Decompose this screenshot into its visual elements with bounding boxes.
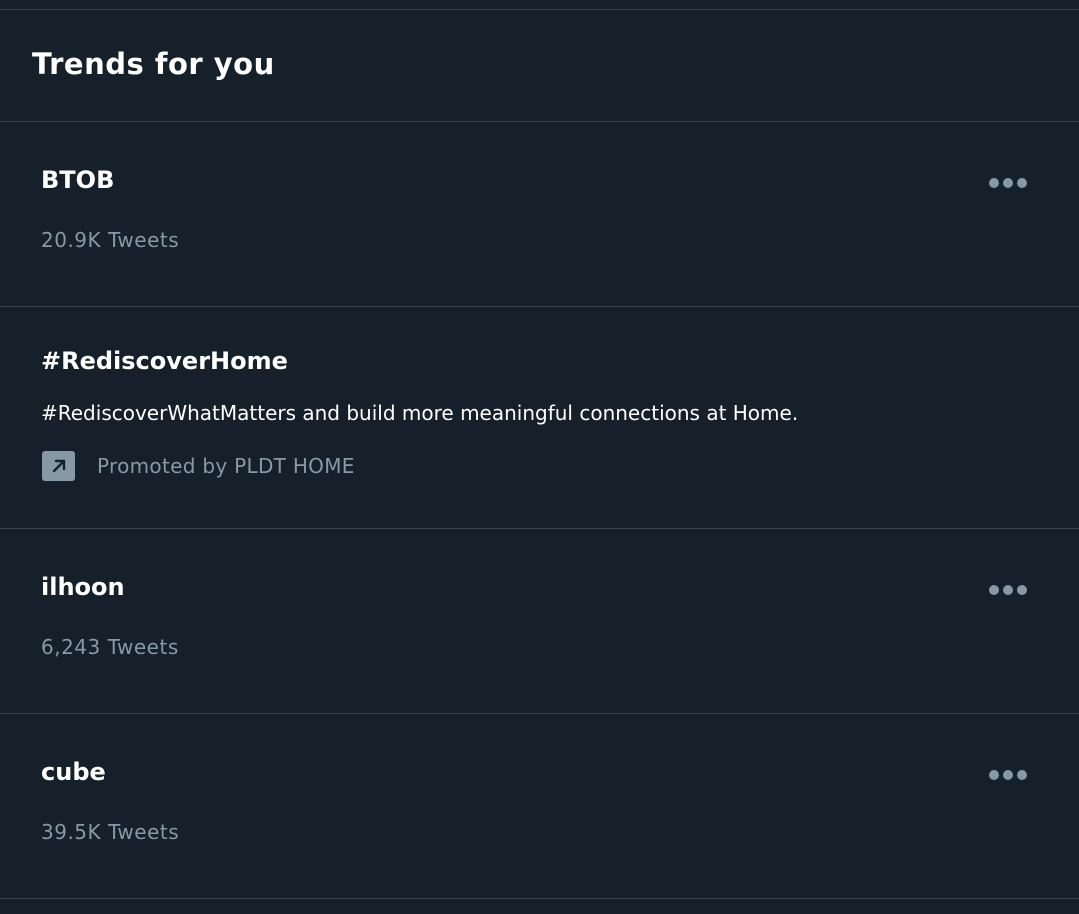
trend-name: cube [41,758,106,786]
trend-tweet-count: 39.5K Tweets [41,820,180,844]
more-options-button[interactable] [989,176,1027,190]
more-options-button[interactable] [989,583,1027,597]
promoted-arrow-icon [42,451,75,481]
top-divider [0,0,1079,10]
page-title: Trends for you [32,46,275,81]
trend-name: #RediscoverHome [41,347,288,375]
trend-name: BTOB [41,166,115,194]
trend-item-promoted[interactable]: #RediscoverHome #RediscoverWhatMatters a… [0,307,1079,529]
trends-header: Trends for you [0,10,1079,122]
trend-tweet-count: 20.9K Tweets [41,228,180,252]
trend-item-ilhoon[interactable]: ilhoon 6,243 Tweets [0,529,1079,714]
promoted-row: Promoted by PLDT HOME [42,451,355,481]
trend-name: ilhoon [41,573,125,601]
trends-panel: Trends for you BTOB 20.9K Tweets #Redisc… [0,0,1079,914]
trend-tweet-count: 6,243 Tweets [41,635,179,659]
trend-item-btob[interactable]: BTOB 20.9K Tweets [0,122,1079,307]
more-horizontal-icon [989,178,999,188]
trend-item-cube[interactable]: cube 39.5K Tweets [0,714,1079,899]
promoted-by-label: Promoted by PLDT HOME [97,454,355,478]
promoted-description: #RediscoverWhatMatters and build more me… [41,401,799,425]
more-horizontal-icon [989,585,999,595]
more-options-button[interactable] [989,768,1027,782]
more-horizontal-icon [989,770,999,780]
